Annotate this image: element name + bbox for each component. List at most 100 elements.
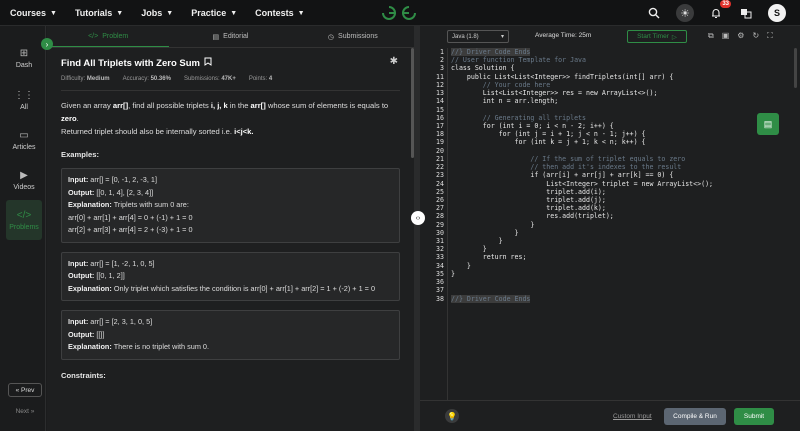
code-line[interactable]: 16 // Generating all triplets xyxy=(420,114,800,122)
code-line[interactable]: 23 if (arr[i] + arr[j] + arr[k] == 0) { xyxy=(420,171,800,179)
nav-label: Contests xyxy=(255,8,294,18)
tab-label: Problem xyxy=(102,32,129,40)
settings-icon[interactable]: ⚙ xyxy=(737,31,744,41)
tab-label: Submissions xyxy=(338,33,378,40)
code-line[interactable]: 25 triplet.add(i); xyxy=(420,188,800,196)
nav-tutorials[interactable]: Tutorials ▼ xyxy=(75,8,123,18)
line-number: 3 xyxy=(440,64,444,73)
theme-toggle-icon[interactable]: ☀ xyxy=(676,4,694,22)
download-icon[interactable]: ▣ xyxy=(722,31,730,41)
code-line[interactable]: 22 // then add it's indexes to the resul… xyxy=(420,163,800,171)
problem-description: Given an array arr[], find all possible … xyxy=(61,101,389,136)
divider xyxy=(61,90,400,91)
code-line[interactable]: 28 res.add(triplet); xyxy=(420,212,800,220)
code-text: } xyxy=(451,228,519,237)
code-line[interactable]: 15 xyxy=(420,106,800,114)
grid-icon: ⋮⋮ xyxy=(14,89,34,101)
code-line[interactable]: 34 } xyxy=(420,262,800,270)
prev-button[interactable]: « Prev xyxy=(8,383,42,397)
code-line[interactable]: 26 triplet.add(j); xyxy=(420,196,800,204)
sidebar-item-label: Problems xyxy=(9,223,39,231)
accuracy: Accuracy: 50.36% xyxy=(122,76,171,82)
code-line[interactable]: 11 public List<List<Integer>> findTriple… xyxy=(420,73,800,81)
tab-editorial[interactable]: ▤ Editorial xyxy=(169,26,291,47)
reset-icon[interactable]: ↻ xyxy=(752,31,759,41)
line-number: 38 xyxy=(436,294,444,303)
translate-icon[interactable] xyxy=(738,5,754,21)
code-line[interactable]: 30 } xyxy=(420,229,800,237)
code-line[interactable]: 18 for (int j = i + 1; j < n - 1; j++) { xyxy=(420,130,800,138)
sidebar-item-all[interactable]: ⋮⋮ All xyxy=(6,82,42,118)
nav-courses[interactable]: Courses ▼ xyxy=(10,8,57,18)
chat-icon[interactable]: ▤ xyxy=(757,113,779,135)
line-number: 24 xyxy=(436,179,444,188)
sidebar-item-videos[interactable]: ▶ Videos xyxy=(6,162,42,198)
average-time: Average Time: 25m xyxy=(535,32,592,39)
problem-title-row: Find All Triplets with Zero Sum xyxy=(61,57,400,69)
sidebar-item-articles[interactable]: ▭ Articles xyxy=(6,122,42,158)
sidebar: ⊞ Dash ⋮⋮ All ▭ Articles ▶ Videos </> Problem… xyxy=(0,26,46,431)
fullscreen-icon[interactable]: ⛶ xyxy=(767,31,773,41)
sidebar-item-label: Dash xyxy=(15,61,33,69)
code-line[interactable]: 29 } xyxy=(420,221,800,229)
code-line[interactable]: 3 class Solution { xyxy=(420,64,800,72)
start-timer-button[interactable]: Start Timer ▷ xyxy=(627,30,687,43)
tab-submissions[interactable]: ◷ Submissions xyxy=(292,26,414,47)
scrollbar[interactable] xyxy=(794,48,797,88)
copy-icon[interactable]: ⧉ xyxy=(708,31,714,41)
tab-label: Editorial xyxy=(223,33,249,40)
custom-input-link[interactable]: Custom Input xyxy=(613,413,652,420)
nav-label: Tutorials xyxy=(74,8,113,18)
code-line[interactable]: 38 //} Driver Code Ends xyxy=(420,294,800,303)
code-line[interactable]: 20 xyxy=(420,147,800,155)
lightbulb-icon[interactable]: 💡 xyxy=(445,409,459,423)
code-text: // then add it's indexes to the result xyxy=(451,163,682,172)
code-line[interactable]: 31 } xyxy=(420,237,800,245)
nav-jobs[interactable]: Jobs ▼ xyxy=(141,8,173,18)
line-number: 18 xyxy=(436,130,444,139)
code-line[interactable]: 33 return res; xyxy=(420,253,800,261)
collapse-arrow-icon[interactable]: › xyxy=(41,38,53,50)
tab-problem[interactable]: </> Problem xyxy=(47,26,170,47)
gfg-logo[interactable] xyxy=(381,5,417,21)
code-line[interactable]: 14 int n = arr.length; xyxy=(420,97,800,105)
avatar[interactable]: S xyxy=(768,4,786,22)
sidebar-item-problems[interactable]: </> Problems xyxy=(6,200,42,240)
code-line[interactable]: 13 List<List<Integer>> res = new ArrayLi… xyxy=(420,89,800,97)
code-line[interactable]: 32 } xyxy=(420,245,800,253)
language-select[interactable]: Java (1.8) ▾ xyxy=(447,30,509,43)
sidebar-item-dash[interactable]: ⊞ Dash xyxy=(6,40,42,76)
video-icon: ▶ xyxy=(20,169,28,181)
submit-button[interactable]: Submit xyxy=(734,408,774,425)
code-line[interactable]: 21 // If the sum of triplet equals to ze… xyxy=(420,155,800,163)
code-line[interactable]: 12 // Your code here xyxy=(420,81,800,89)
code-line[interactable]: 36 xyxy=(420,278,800,286)
editor-toolbar: Java (1.8) ▾ Average Time: 25m Start Time… xyxy=(420,26,800,48)
clock-icon: ◷ xyxy=(327,33,335,41)
bell-icon[interactable]: 33 xyxy=(708,0,731,21)
nav-practice[interactable]: Practice ▼ xyxy=(191,8,237,18)
code-line[interactable]: 37 xyxy=(420,286,800,294)
code-text: triplet.add(i); xyxy=(451,187,606,196)
problem-meta: Difficulty: Medium Accuracy: 50.36% Subm… xyxy=(61,76,400,82)
code-line[interactable]: 1 //} Driver Code Ends xyxy=(420,48,800,57)
compile-run-button[interactable]: Compile & Run xyxy=(664,408,726,425)
search-icon[interactable] xyxy=(646,5,662,21)
code-line[interactable]: 2 // User function Template for Java xyxy=(420,56,800,64)
problem-title: Find All Triplets with Zero Sum xyxy=(61,57,200,69)
submissions-count: Submissions: 47K+ xyxy=(183,76,236,82)
top-right-tools: ☀ 33 S xyxy=(646,0,786,26)
line-number: 26 xyxy=(436,195,444,204)
nav-contests[interactable]: Contests ▼ xyxy=(255,8,304,18)
code-line[interactable]: 24 List<Integer> triplet = new ArrayList… xyxy=(420,180,800,188)
code-line[interactable]: 19 for (int k = j + 1; k < n; k++) { xyxy=(420,138,800,146)
code-line[interactable]: 35} xyxy=(420,270,800,278)
next-button[interactable]: Next » xyxy=(8,405,42,417)
code-line[interactable]: 17 for (int i = 0; i < n - 2; i++) { xyxy=(420,122,800,130)
example-box: Input: arr[] = [0, -1, 2, -3, 1] Output:… xyxy=(61,168,400,243)
bug-report-icon[interactable]: ✱ xyxy=(390,56,398,67)
resize-handle-icon[interactable]: ‹› xyxy=(411,211,425,225)
code-line[interactable]: 27 triplet.add(k); xyxy=(420,204,800,212)
code-editor[interactable]: 1 //} Driver Code Ends 2 // User function T… xyxy=(420,48,800,400)
bookmark-icon[interactable] xyxy=(204,57,212,69)
